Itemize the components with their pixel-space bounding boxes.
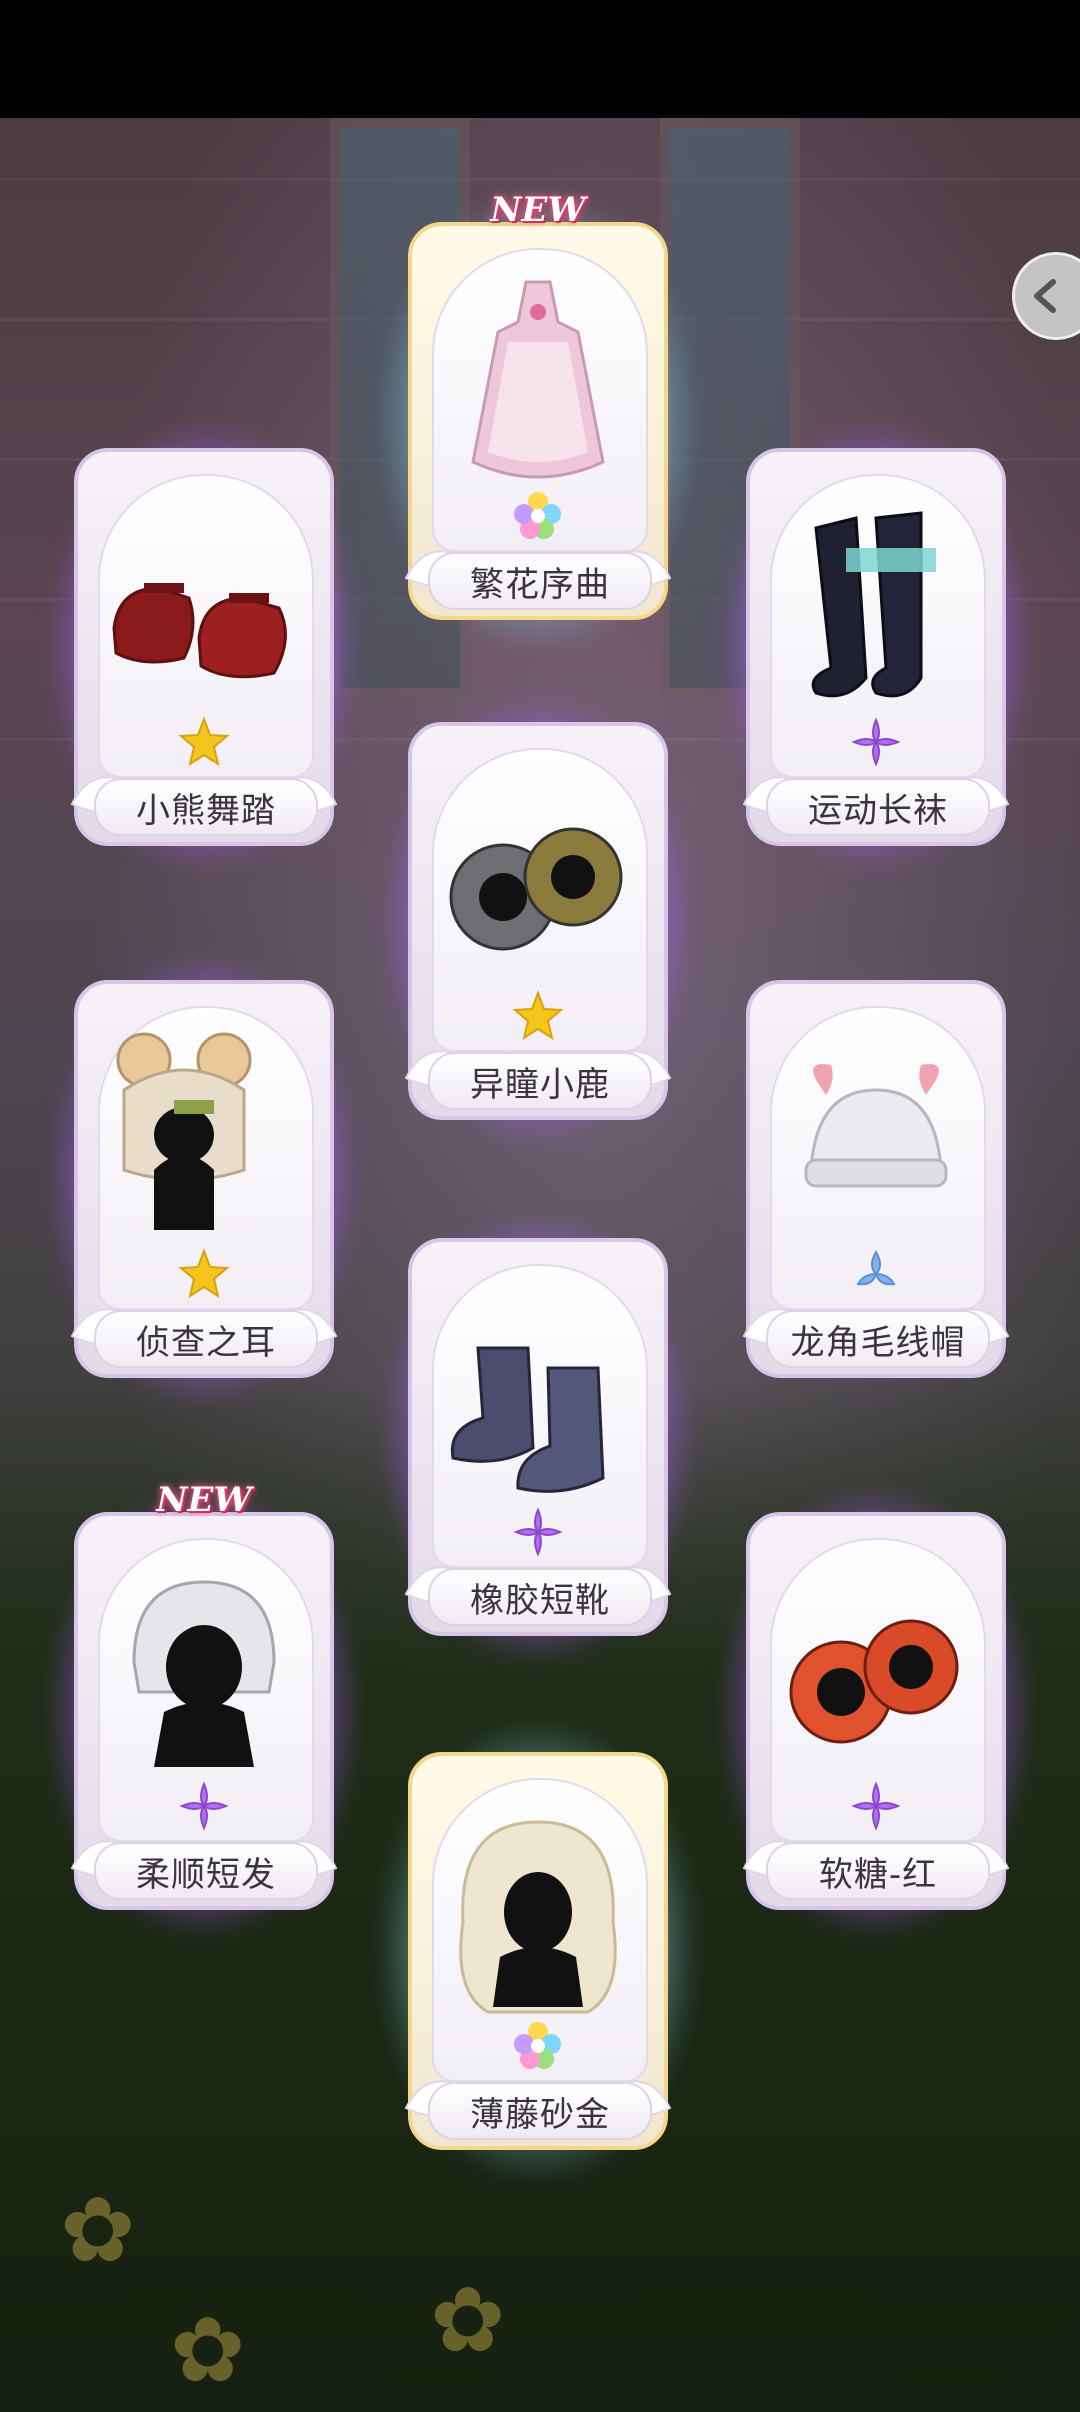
chevron-left-icon xyxy=(1034,279,1056,313)
reward-card[interactable]: 龙角毛线帽 xyxy=(720,954,1032,1404)
status-bar xyxy=(0,0,1080,118)
hair-item-image xyxy=(438,1792,638,2032)
reward-card[interactable]: 橡胶短靴 xyxy=(382,1212,694,1662)
reward-card[interactable]: 侦查之耳 xyxy=(48,954,360,1404)
new-badge: NEW xyxy=(156,1480,252,1520)
reward-card[interactable]: 异瞳小鹿 xyxy=(382,696,694,1146)
item-name-label: 软糖-红 xyxy=(766,1842,990,1900)
socks-item-image xyxy=(776,488,976,728)
beanie-item-image xyxy=(776,1020,976,1260)
shoes-item-image xyxy=(104,488,304,728)
item-name-label: 运动长袜 xyxy=(766,778,990,836)
item-name-label: 异瞳小鹿 xyxy=(428,1052,652,1110)
reward-card[interactable]: 小熊舞踏 xyxy=(48,422,360,872)
dress-item-image xyxy=(438,262,638,502)
item-name-label: 侦查之耳 xyxy=(94,1310,318,1368)
hat-item-image xyxy=(104,1020,304,1260)
reward-card[interactable]: 繁花序曲 NEW xyxy=(382,190,694,646)
new-badge: NEW xyxy=(490,190,586,230)
eyes-item-image xyxy=(438,762,638,1002)
item-name-label: 龙角毛线帽 xyxy=(766,1310,990,1368)
boots-item-image xyxy=(438,1278,638,1518)
item-name-label: 繁花序曲 xyxy=(428,552,652,610)
item-name-label: 薄藤砂金 xyxy=(428,2082,652,2140)
hair-item-image xyxy=(104,1552,304,1792)
item-name-label: 橡胶短靴 xyxy=(428,1568,652,1626)
reward-card[interactable]: 柔顺短发 NEW xyxy=(48,1480,360,1936)
reward-card[interactable]: 运动长袜 xyxy=(720,422,1032,872)
item-name-label: 柔顺短发 xyxy=(94,1842,318,1900)
eyes-item-image xyxy=(776,1552,976,1792)
reward-card[interactable]: 薄藤砂金 xyxy=(382,1726,694,2176)
item-name-label: 小熊舞踏 xyxy=(94,778,318,836)
reward-card[interactable]: 软糖-红 xyxy=(720,1486,1032,1936)
